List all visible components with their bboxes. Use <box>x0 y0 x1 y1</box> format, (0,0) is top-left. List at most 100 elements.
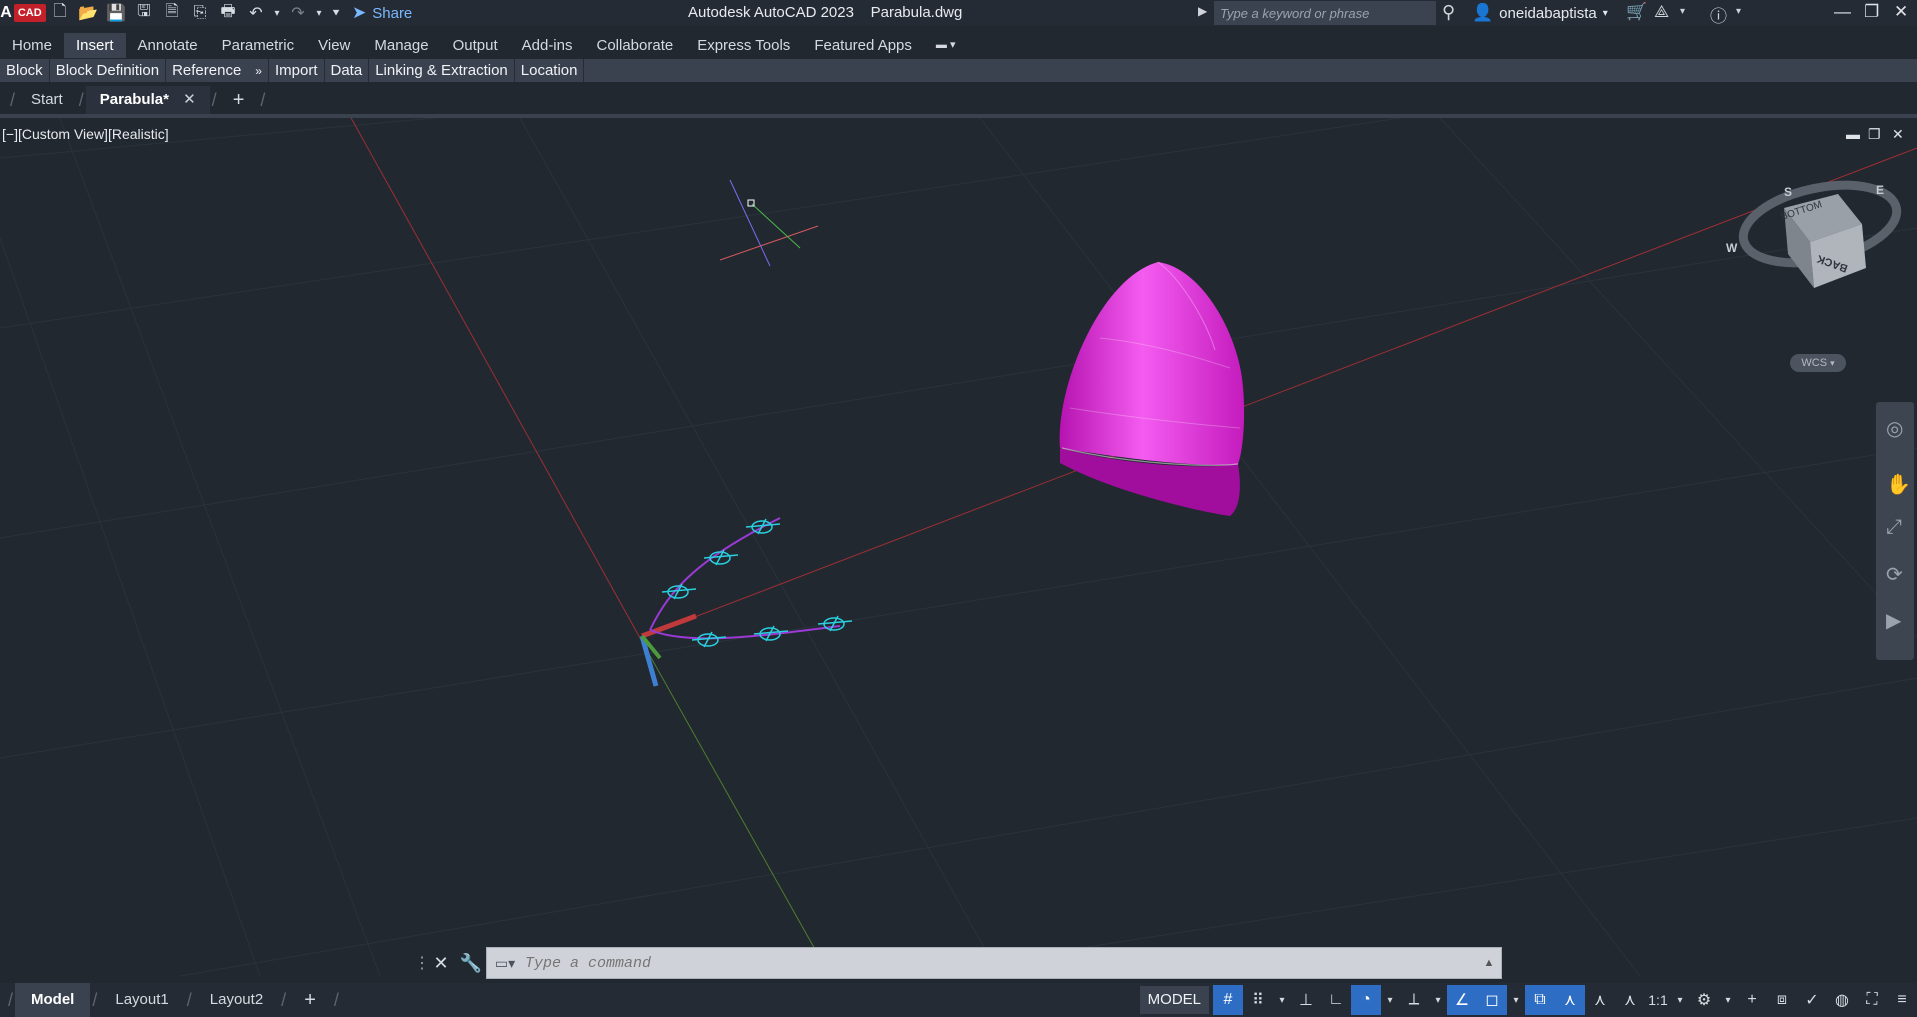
zoom-extents-icon[interactable]: ⤢ <box>1886 516 1902 539</box>
customize-icon[interactable]: ⯆ <box>326 0 346 26</box>
annotation-scale-icon[interactable]: ⋏ <box>1615 985 1645 1015</box>
viewport-minimize-icon[interactable]: ▬ <box>1846 126 1860 142</box>
ribbon-tab-featured-apps[interactable]: Featured Apps <box>802 33 924 58</box>
command-input[interactable] <box>523 953 1477 973</box>
add-layout-button[interactable]: + <box>288 983 332 1017</box>
close-icon[interactable]: ✕ <box>1894 2 1908 22</box>
search-icon[interactable]: ⚲ <box>1442 2 1455 23</box>
selection-cycling-icon[interactable]: ⧉ <box>1525 985 1555 1015</box>
ribbon-tab-insert[interactable]: Insert <box>64 33 126 58</box>
tab-parabula[interactable]: Parabula* ✕ <box>85 86 210 114</box>
command-input-box[interactable]: ▭▾ ▲ <box>486 947 1502 979</box>
chevron-down-icon[interactable]: ▾ <box>1736 6 1741 17</box>
recent-commands-icon[interactable]: ▭▾ <box>487 955 523 972</box>
ribbon-panel-data[interactable]: Data <box>325 59 370 82</box>
undo-icon[interactable]: ↶ <box>242 0 270 26</box>
command-history-icon[interactable]: ▲ <box>1477 957 1501 969</box>
share-button[interactable]: ➤ Share <box>352 3 412 23</box>
print-icon[interactable]: 🖶 <box>214 0 242 26</box>
user-menu[interactable]: 👤 oneidabaptista ▾ <box>1472 3 1608 23</box>
restore-icon[interactable]: ❐ <box>1864 2 1879 22</box>
customization-menu-icon[interactable]: ≡ <box>1887 985 1917 1015</box>
workspace-gear-icon[interactable]: ⚙ <box>1689 985 1719 1015</box>
new-tab-button[interactable]: + <box>219 86 259 114</box>
app-menu-button[interactable]: A CAD <box>0 0 46 26</box>
chevron-down-icon[interactable]: ▾ <box>1429 985 1447 1015</box>
redo-icon[interactable]: ↷ <box>284 0 312 26</box>
chevron-down-icon[interactable]: ▾ <box>1680 6 1685 17</box>
ribbon-panel-block[interactable]: Block <box>0 59 50 82</box>
units-icon[interactable]: ⧈ <box>1767 985 1797 1015</box>
model-space-canvas[interactable]: BOTTOM BACK S E W <box>0 118 1917 976</box>
viewport-restore-icon[interactable]: ❐ <box>1868 126 1881 143</box>
ribbon-state-toggle-icon[interactable]: ▬ ▾ <box>924 33 968 58</box>
auto-scale-icon[interactable]: ⋏ <box>1585 985 1615 1015</box>
ribbon-tab-annotate[interactable]: Annotate <box>126 33 210 58</box>
tab-start[interactable]: Start <box>17 86 77 114</box>
ribbon-panel-block-definition[interactable]: Block Definition <box>50 59 167 82</box>
ribbon-tab-add-ins[interactable]: Add-ins <box>510 33 585 58</box>
ribbon-panel-import[interactable]: Import <box>269 59 325 82</box>
clean-screen-icon[interactable]: ⛶ <box>1857 985 1887 1015</box>
steering-wheel-icon[interactable]: ◎ <box>1886 416 1903 441</box>
pan-icon[interactable]: ✋ <box>1886 472 1911 497</box>
viewport-close-icon[interactable]: ✕ <box>1892 126 1904 143</box>
snap-mode-icon[interactable]: ⠿ <box>1243 985 1273 1015</box>
compass-west[interactable]: W <box>1726 241 1738 255</box>
chevron-down-icon[interactable]: ▾ <box>1273 985 1291 1015</box>
annotation-visibility-icon[interactable]: ⋏ <box>1555 985 1585 1015</box>
object-snap-icon[interactable]: ◻ <box>1477 985 1507 1015</box>
help-icon[interactable]: ⓘ <box>1710 2 1727 27</box>
isodraft-icon[interactable]: ⟂ <box>1399 985 1429 1015</box>
chevron-down-icon[interactable]: ▾ <box>1719 985 1737 1015</box>
search-input[interactable]: Type a keyword or phrase <box>1214 1 1436 25</box>
object-snap-tracking-icon[interactable]: ∠ <box>1447 985 1477 1015</box>
chevron-down-icon[interactable]: ▾ <box>1381 985 1399 1015</box>
save-icon[interactable]: 💾 <box>102 0 130 26</box>
ribbon-tab-view[interactable]: View <box>306 33 362 58</box>
undo-dropdown-icon[interactable]: ▾ <box>270 0 284 26</box>
grid-display-icon[interactable]: # <box>1213 985 1243 1015</box>
infer-constraints-icon[interactable]: ⊥ <box>1291 985 1321 1015</box>
ucs-menu-button[interactable]: WCS ▾ <box>1790 354 1846 372</box>
quick-properties-icon[interactable]: ✓ <box>1797 985 1827 1015</box>
cart-icon[interactable]: 🛒 <box>1626 2 1647 22</box>
orbit-icon[interactable]: ⟳ <box>1886 562 1903 587</box>
ribbon-tab-collaborate[interactable]: Collaborate <box>584 33 685 58</box>
ribbon-panel-reference[interactable]: Reference » <box>166 59 269 82</box>
a360-icon[interactable]: ⟁ <box>1654 2 1669 22</box>
expand-arrow-icon[interactable]: ▶ <box>1198 4 1207 18</box>
ortho-mode-icon[interactable]: ∟ <box>1321 985 1351 1015</box>
scale-value[interactable]: 1:1 <box>1645 985 1671 1015</box>
new-icon[interactable]: 🗋 <box>46 0 74 26</box>
minimize-icon[interactable]: — <box>1834 2 1851 22</box>
compass-east[interactable]: E <box>1876 183 1884 197</box>
publish-icon[interactable]: ⎘ <box>186 0 214 26</box>
tab-model[interactable]: Model <box>15 983 91 1017</box>
polar-tracking-icon[interactable]: ◔ <box>1351 985 1381 1015</box>
plot-preview-icon[interactable]: 🗎 <box>158 0 186 26</box>
chevron-down-icon[interactable]: ▾ <box>1507 985 1525 1015</box>
customize-wrench-icon[interactable]: 🔧 <box>456 953 486 974</box>
viewport-controls-label[interactable]: [−][Custom View][Realistic] <box>2 126 169 142</box>
paraboloid-solid[interactable] <box>1059 261 1245 516</box>
drawing-viewport[interactable]: BOTTOM BACK S E W [−][Custom View][Reali… <box>0 118 1917 976</box>
model-space-toggle[interactable]: MODEL <box>1139 986 1209 1014</box>
tab-layout2[interactable]: Layout2 <box>194 983 279 1017</box>
spline-profile[interactable] <box>649 517 853 648</box>
ribbon-tab-manage[interactable]: Manage <box>362 33 440 58</box>
save-as-icon[interactable]: 🖫 <box>130 0 158 26</box>
open-icon[interactable]: 📂 <box>74 0 102 26</box>
panel-flyout-icon[interactable]: » <box>255 64 262 78</box>
compass-south[interactable]: S <box>1784 185 1792 199</box>
ribbon-tab-output[interactable]: Output <box>441 33 510 58</box>
showmotion-icon[interactable]: ▶ <box>1886 608 1901 633</box>
close-icon[interactable]: ✕ <box>183 91 196 108</box>
redo-dropdown-icon[interactable]: ▾ <box>312 0 326 26</box>
ribbon-tab-parametric[interactable]: Parametric <box>210 33 307 58</box>
close-icon[interactable]: ✕ <box>426 953 456 974</box>
drag-handle-icon[interactable]: ⋮ <box>414 953 430 973</box>
graphics-performance-icon[interactable]: ◍ <box>1827 985 1857 1015</box>
tab-layout1[interactable]: Layout1 <box>99 983 184 1017</box>
ribbon-panel-linking-extraction[interactable]: Linking & Extraction <box>369 59 515 82</box>
